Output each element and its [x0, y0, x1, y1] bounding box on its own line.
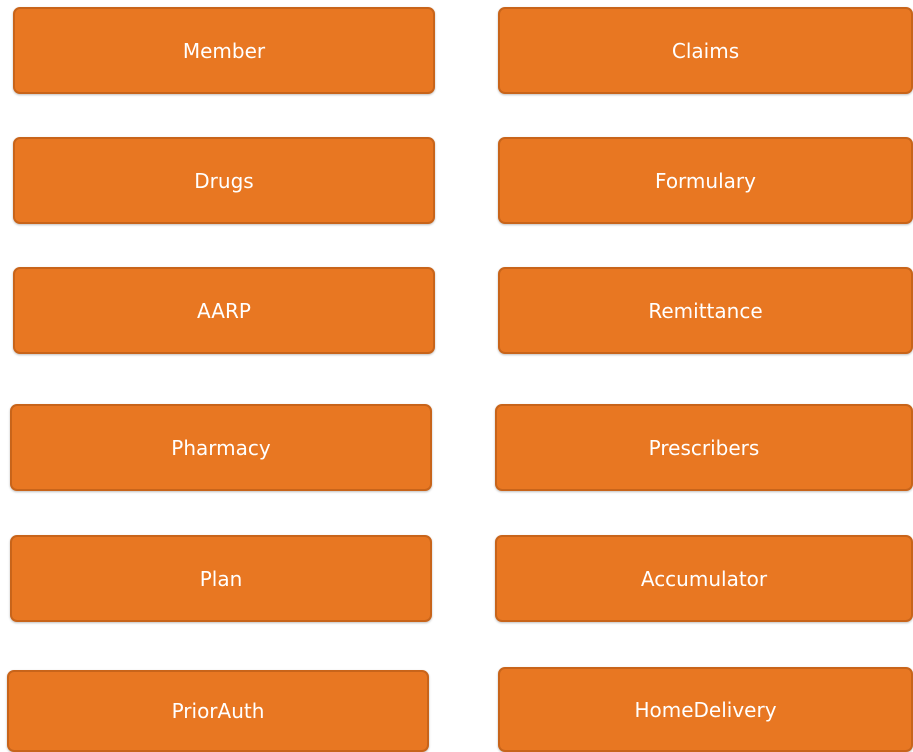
pharmacy-button-label: Pharmacy [171, 435, 271, 460]
plan-button-label: Plan [199, 566, 243, 591]
accumulator-button-label: Accumulator [640, 566, 768, 591]
drugs-button[interactable]: Drugs [13, 137, 435, 224]
aarp-button[interactable]: AARP [13, 267, 435, 354]
homedelivery-button-label: HomeDelivery [634, 697, 777, 722]
pharmacy-button[interactable]: Pharmacy [10, 404, 432, 491]
remittance-button[interactable]: Remittance [498, 267, 913, 354]
prescribers-button-label: Prescribers [648, 435, 760, 460]
priorauth-button[interactable]: PriorAuth [7, 670, 429, 752]
accumulator-button[interactable]: Accumulator [495, 535, 913, 622]
member-button[interactable]: Member [13, 7, 435, 94]
claims-button[interactable]: Claims [498, 7, 913, 94]
navigation-tile-grid: Member Claims Drugs Formulary AARP Remit… [0, 0, 913, 752]
remittance-button-label: Remittance [648, 298, 763, 323]
formulary-button[interactable]: Formulary [498, 137, 913, 224]
homedelivery-button[interactable]: HomeDelivery [498, 667, 913, 752]
prescribers-button[interactable]: Prescribers [495, 404, 913, 491]
priorauth-button-label: PriorAuth [171, 699, 265, 723]
formulary-button-label: Formulary [655, 168, 756, 193]
claims-button-label: Claims [671, 38, 740, 63]
drugs-button-label: Drugs [194, 168, 254, 193]
member-button-label: Member [182, 38, 266, 63]
aarp-button-label: AARP [197, 298, 251, 323]
plan-button[interactable]: Plan [10, 535, 432, 622]
